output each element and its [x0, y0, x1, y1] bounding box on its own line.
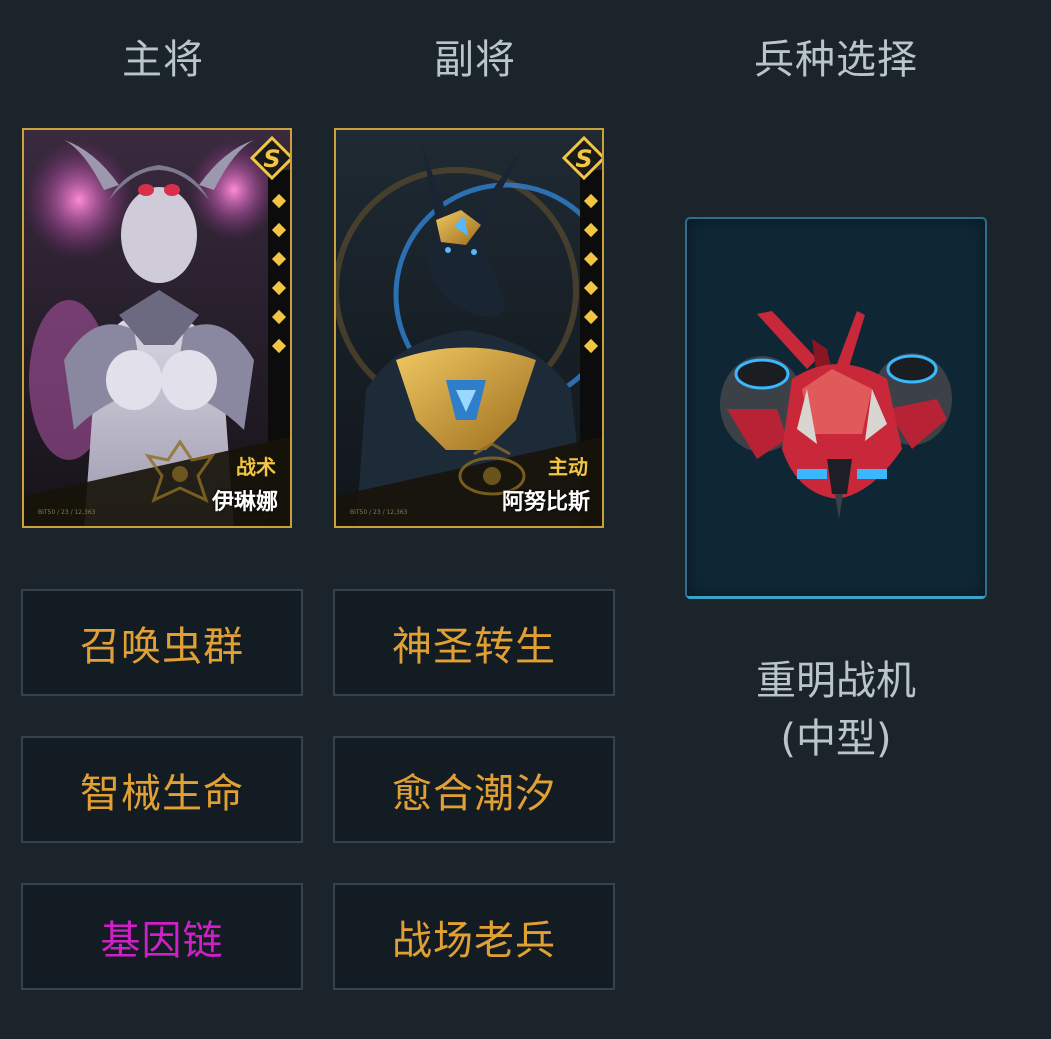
- star-icon: [583, 309, 599, 325]
- star-icon: [271, 251, 287, 267]
- unit-size-label: (中型): [780, 716, 892, 762]
- hero-name: 伊琳娜: [211, 490, 278, 515]
- star-icon: [583, 193, 599, 209]
- skill-button[interactable]: 愈合潮汐: [333, 736, 615, 843]
- skill-button[interactable]: 智械生命: [21, 736, 303, 843]
- star-icon: [271, 280, 287, 296]
- main-general-header: 主将: [122, 37, 204, 83]
- star-icon: [271, 193, 287, 209]
- star-icon: [583, 280, 599, 296]
- unit-select-header: 兵种选择: [754, 37, 918, 83]
- card-code: BIT50 / 23 / 12,363: [350, 509, 408, 516]
- main-general-card[interactable]: S 战术 伊琳娜 BIT50 / 23 / 12,363: [22, 128, 292, 528]
- hero-type-label: 主动: [548, 455, 588, 479]
- star-rating: [583, 193, 599, 370]
- vice-general-header: 副将: [434, 37, 516, 83]
- star-rating: [271, 193, 287, 370]
- star-icon: [583, 338, 599, 354]
- vice-general-card[interactable]: S 主动 阿努比斯 BIT50 / 23 / 12,363: [334, 128, 604, 528]
- star-icon: [271, 309, 287, 325]
- rank-s-badge: S: [562, 136, 602, 180]
- unit-select-panel[interactable]: [685, 217, 987, 599]
- skill-button[interactable]: 神圣转生: [333, 589, 615, 696]
- skill-button[interactable]: 战场老兵: [333, 883, 615, 990]
- red-fighter-ship-icon: [720, 311, 952, 519]
- tactic-emblem-icon: [144, 439, 216, 503]
- star-icon: [271, 222, 287, 238]
- star-icon: [583, 222, 599, 238]
- svg-text:S: S: [575, 145, 592, 173]
- hero-name: 阿努比斯: [501, 490, 590, 515]
- svg-text:S: S: [263, 145, 280, 173]
- skill-button[interactable]: 召唤虫群: [21, 589, 303, 696]
- rank-s-badge: S: [250, 136, 290, 180]
- card-code: BIT50 / 23 / 12,363: [38, 509, 96, 516]
- unit-name: 重明战机: [756, 658, 916, 704]
- star-icon: [583, 251, 599, 267]
- star-icon: [271, 338, 287, 354]
- skill-button[interactable]: 基因链: [21, 883, 303, 990]
- hero-type-label: 战术: [236, 455, 276, 479]
